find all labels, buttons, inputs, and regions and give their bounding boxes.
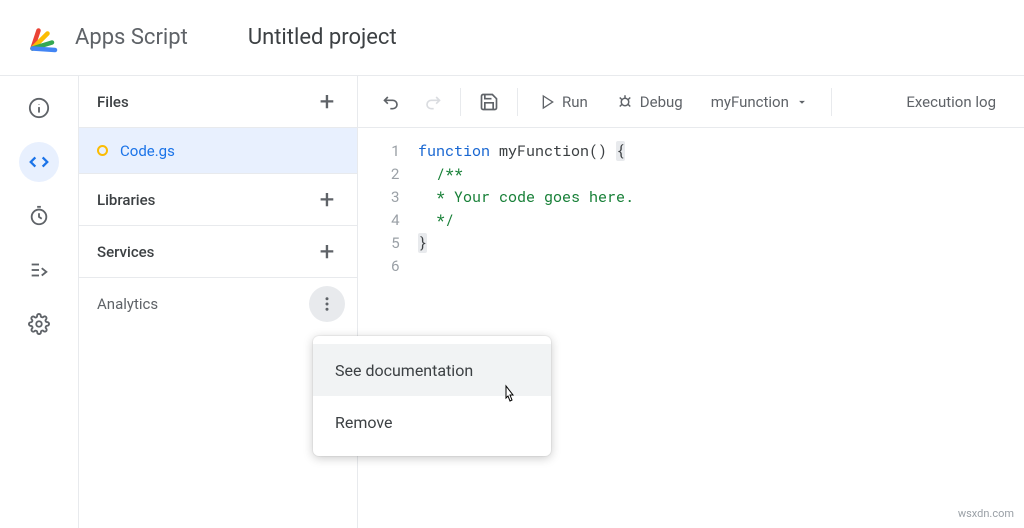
project-title[interactable]: Untitled project — [248, 25, 397, 50]
play-icon — [540, 94, 556, 110]
analytics-more-button[interactable] — [309, 286, 345, 322]
files-sidebar: Files + Code.gs Libraries + Services + A… — [78, 76, 358, 528]
separator — [460, 88, 461, 116]
add-service-button[interactable]: + — [309, 234, 345, 270]
code-editor[interactable]: 1 2 3 4 5 6 function myFunction() { /** … — [358, 128, 1024, 528]
file-name-label: Code.gs — [120, 142, 175, 160]
libraries-label: Libraries — [97, 191, 155, 209]
code-content[interactable]: function myFunction() { /** * Your code … — [418, 140, 1024, 528]
nav-executions[interactable] — [19, 250, 59, 290]
dropdown-icon — [795, 95, 809, 109]
services-label: Services — [97, 243, 154, 261]
bug-icon — [616, 93, 634, 111]
nav-triggers[interactable] — [19, 196, 59, 236]
service-item-analytics[interactable]: Analytics — [79, 278, 357, 330]
function-selector[interactable]: myFunction — [701, 86, 819, 118]
main-area: Run Debug myFunction Execution log 1 2 3… — [358, 76, 1024, 528]
nav-rail — [0, 76, 78, 528]
files-label: Files — [97, 93, 129, 111]
analytics-label: Analytics — [97, 295, 158, 313]
file-status-icon — [97, 145, 108, 156]
files-section-header: Files + — [79, 76, 357, 128]
apps-script-logo — [25, 20, 61, 56]
nav-editor[interactable] — [19, 142, 59, 182]
libraries-section-header: Libraries + — [79, 174, 357, 226]
cursor-pointer-icon — [500, 384, 520, 408]
undo-button[interactable] — [376, 86, 408, 118]
separator — [831, 88, 832, 116]
line-gutter: 1 2 3 4 5 6 — [358, 140, 418, 528]
more-vert-icon — [318, 295, 336, 313]
run-button[interactable]: Run — [530, 86, 598, 118]
execution-log-button[interactable]: Execution log — [896, 86, 1006, 118]
services-section-header: Services + — [79, 226, 357, 278]
watermark: wsxdn.com — [958, 507, 1014, 520]
editor-toolbar: Run Debug myFunction Execution log — [358, 76, 1024, 128]
add-library-button[interactable]: + — [309, 182, 345, 218]
nav-overview[interactable] — [19, 88, 59, 128]
add-file-button[interactable]: + — [309, 84, 345, 120]
separator — [517, 88, 518, 116]
redo-button[interactable] — [416, 86, 448, 118]
app-name-label: Apps Script — [75, 25, 188, 50]
file-item-code[interactable]: Code.gs — [79, 128, 357, 174]
app-header: Apps Script Untitled project — [0, 0, 1024, 76]
save-button[interactable] — [473, 86, 505, 118]
nav-settings[interactable] — [19, 304, 59, 344]
debug-button[interactable]: Debug — [606, 86, 693, 118]
